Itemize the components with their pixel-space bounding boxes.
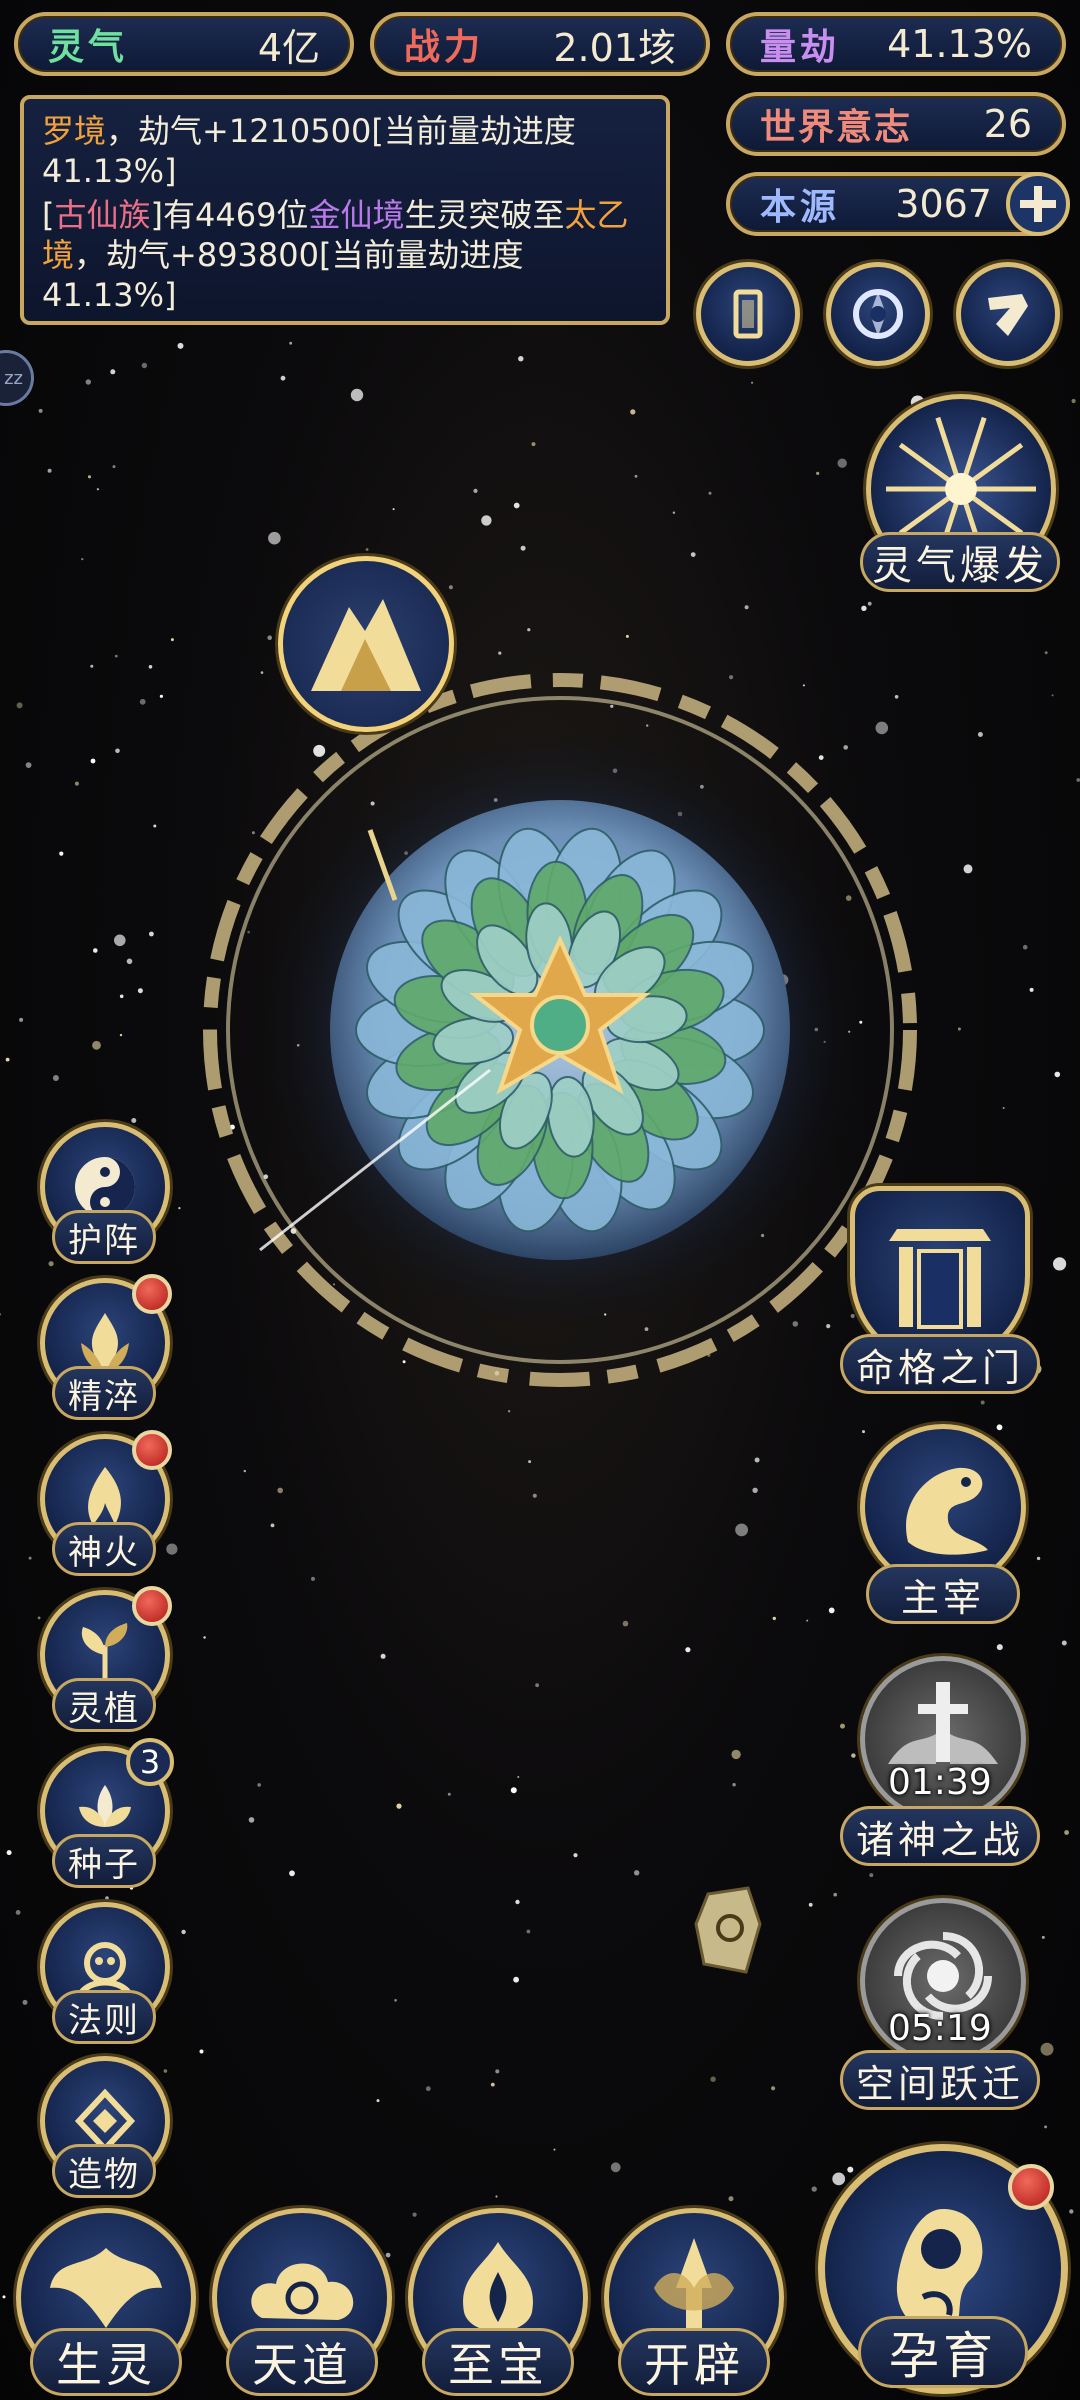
log-line-1: 罗境，劫气+1210500[当前量劫进度41.13%] [42, 111, 648, 191]
mountain-marker-icon[interactable] [278, 556, 454, 732]
left-menu-hu-zhen[interactable]: 护阵 [40, 1122, 170, 1264]
stat-lingqi-label: 灵气 [48, 27, 129, 68]
yun-yu-label: 孕育 [858, 2316, 1028, 2388]
sleep-label: zz [4, 367, 23, 389]
stat-lingqi-value: 4亿 [257, 25, 320, 70]
right-menu-label: 命格之门 [840, 1334, 1040, 1394]
bottom-menu-zhi-bao[interactable]: 至宝 [408, 2208, 588, 2400]
zhu-shen-timer: 01:39 [888, 1762, 992, 1803]
notification-dot [132, 1586, 172, 1626]
left-menu-label: 护阵 [52, 1210, 156, 1264]
kong-jian-timer: 05:19 [888, 2008, 992, 2049]
left-menu-zhong-zi[interactable]: 种子 3 [40, 1738, 174, 1888]
stat-liangjie-value: 41.13% [887, 22, 1032, 66]
lingqi-burst-button[interactable]: 灵气爆发 [860, 532, 1060, 592]
stat-liangjie-label: 量劫 [760, 27, 841, 68]
floating-stone-icon[interactable] [688, 1884, 772, 1980]
right-menu-kong-jian[interactable]: 05:19 空间跃迁 [840, 1898, 1040, 2110]
yun-yu-button[interactable]: 孕育 [818, 2144, 1068, 2394]
left-menu-zao-wu[interactable]: 造物 [40, 2056, 170, 2198]
stat-lingqi[interactable]: 灵气 4亿 [14, 12, 354, 76]
stat-benyuan-value: 3067 [895, 182, 992, 226]
stat-liangjie[interactable]: 量劫 41.13% [726, 12, 1066, 76]
stat-shijie[interactable]: 世界意志 26 [726, 92, 1066, 156]
left-menu-jing-cui[interactable]: 精淬 [40, 1274, 172, 1420]
stat-benyuan-label: 本源 [760, 187, 841, 228]
plus-icon[interactable] [1006, 172, 1070, 236]
bottom-menu-label: 开辟 [618, 2328, 770, 2396]
right-menu-ming-ge[interactable]: 命格之门 [840, 1186, 1040, 1396]
left-menu-label: 神火 [52, 1522, 156, 1576]
stat-zhanli-value: 2.01垓 [553, 25, 676, 70]
lingqi-burst-label: 灵气爆发 [872, 543, 1048, 589]
stat-zhanli[interactable]: 战力 2.01垓 [370, 12, 710, 76]
bottom-menu-label: 至宝 [422, 2328, 574, 2396]
left-menu-ling-zhi[interactable]: 灵植 [40, 1586, 172, 1732]
card-icon[interactable] [696, 262, 800, 366]
notification-dot [132, 1274, 172, 1314]
log-bracket: [ [42, 196, 55, 234]
left-menu-label: 灵植 [52, 1678, 156, 1732]
right-menu-zhu-zai[interactable]: 主宰 [840, 1424, 1040, 1634]
right-menu-label: 主宰 [866, 1564, 1020, 1624]
left-menu-shen-huo[interactable]: 神火 [40, 1430, 172, 1576]
bottom-menu-sheng-ling[interactable]: 生灵 [16, 2208, 196, 2400]
log-race: 古仙族 [54, 196, 151, 234]
log-line-2: [古仙族]有4469位金仙境生灵突破至太乙境，劫气+893800[当前量劫进度4… [42, 195, 648, 315]
left-menu-label: 法则 [52, 1990, 156, 2044]
bottom-menu-label: 天道 [226, 2328, 378, 2396]
log-mid2: 生灵突破至 [404, 196, 565, 234]
log-tail: ，劫气+893800[当前量劫进度41.13%] [42, 236, 524, 314]
bottom-menu-kai-pi[interactable]: 开辟 [604, 2208, 784, 2400]
left-menu-fa-ze[interactable]: 法则 [40, 1902, 170, 2044]
log-realm-a: 金仙境 [308, 196, 405, 234]
notification-dot [1008, 2164, 1054, 2210]
right-menu-label: 诸神之战 [840, 1806, 1040, 1866]
stat-shijie-value: 26 [983, 102, 1032, 146]
sleep-button[interactable]: zz [0, 350, 34, 406]
log-place: 罗境 [42, 112, 107, 150]
right-menu-zhu-shen[interactable]: 01:39 诸神之战 [840, 1656, 1040, 1866]
notification-dot [132, 1430, 172, 1470]
left-menu-label: 种子 [52, 1834, 156, 1888]
log-mid: ]有4469位 [150, 196, 309, 234]
portal-icon[interactable] [826, 262, 930, 366]
bottom-menu-tian-dao[interactable]: 天道 [212, 2208, 392, 2400]
log-text-1: ，劫气+1210500[当前量劫进度41.13%] [42, 112, 576, 190]
scroll-icon[interactable] [956, 262, 1060, 366]
left-menu-label: 精淬 [52, 1366, 156, 1420]
left-menu-label: 造物 [52, 2144, 156, 2198]
event-log: 罗境，劫气+1210500[当前量劫进度41.13%] [古仙族]有4469位金… [20, 95, 670, 325]
seed-count-badge: 3 [126, 1738, 174, 1786]
right-menu-label: 空间跃迁 [840, 2050, 1040, 2110]
bottom-menu-label: 生灵 [30, 2328, 182, 2396]
stat-zhanli-label: 战力 [404, 27, 485, 68]
stat-shijie-label: 世界意志 [760, 107, 913, 148]
